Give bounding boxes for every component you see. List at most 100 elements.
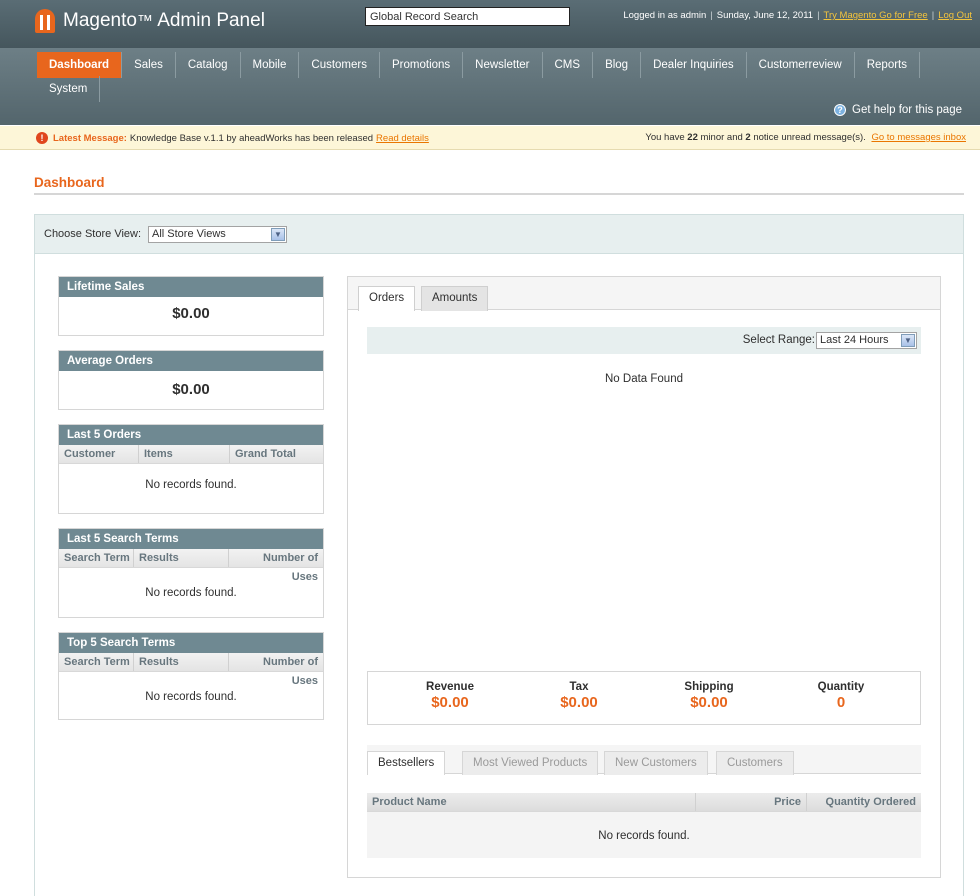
global-search-input[interactable] xyxy=(365,7,570,26)
lifetime-sales-value: $0.00 xyxy=(172,305,210,322)
tab-new-customers[interactable]: New Customers xyxy=(604,751,708,775)
main-navigation: Dashboard Sales Catalog Mobile Customers… xyxy=(0,48,980,125)
last-search-terms-title: Last 5 Search Terms xyxy=(59,529,323,549)
revenue-value: $0.00 xyxy=(431,694,469,711)
tab-customers[interactable]: Customers xyxy=(716,751,794,775)
lifetime-sales-box: Lifetime Sales $0.00 xyxy=(58,276,324,336)
column-header[interactable]: Results xyxy=(134,653,229,671)
nav-item-sales[interactable]: Sales xyxy=(122,52,176,78)
column-header[interactable]: Search Term xyxy=(59,549,134,567)
read-details-link[interactable]: Read details xyxy=(376,133,429,144)
last-orders-empty: No records found. xyxy=(145,479,237,491)
admin-header: Magento™ Admin Panel Logged in as admin|… xyxy=(0,0,980,48)
notification-bar: ! Latest Message: Knowledge Base v.1.1 b… xyxy=(0,126,980,150)
nav-item-blog[interactable]: Blog xyxy=(593,52,642,78)
totals-summary: Revenue $0.00 Tax $0.00 Shipping $0.00 Q… xyxy=(367,671,921,725)
nav-item-mobile[interactable]: Mobile xyxy=(241,52,300,78)
logout-link[interactable]: Log Out xyxy=(938,10,972,21)
latest-message-text: Knowledge Base v.1.1 by aheadWorks has b… xyxy=(129,132,374,144)
help-icon: ? xyxy=(834,104,847,116)
average-orders-title: Average Orders xyxy=(59,351,323,371)
page-title: Dashboard xyxy=(34,175,105,190)
unread-mid: minor and xyxy=(700,132,743,143)
help-link[interactable]: ? Get help for this page xyxy=(834,104,962,116)
quantity-total: Quantity 0 xyxy=(781,681,901,711)
unread-prefix: You have xyxy=(645,132,685,143)
nav-item-reports[interactable]: Reports xyxy=(855,52,920,78)
messages-inbox-link[interactable]: Go to messages inbox xyxy=(871,132,966,143)
try-magento-go-link[interactable]: Try Magento Go for Free xyxy=(824,10,928,21)
tax-value: $0.00 xyxy=(560,694,598,711)
nav-item-newsletter[interactable]: Newsletter xyxy=(463,52,543,78)
revenue-label: Revenue xyxy=(426,681,474,693)
nav-item-cms[interactable]: CMS xyxy=(543,52,594,78)
tab-amounts[interactable]: Amounts xyxy=(421,286,489,311)
store-view-select[interactable]: All Store Views ▼ xyxy=(148,226,287,243)
top-search-terms-box: Top 5 Search Terms Search Term Results N… xyxy=(58,632,324,720)
store-switcher: Choose Store View: All Store Views ▼ xyxy=(34,214,964,254)
last-orders-box: Last 5 Orders Customer Items Grand Total… xyxy=(58,424,324,514)
store-view-value: All Store Views xyxy=(152,228,226,240)
magento-logo-icon xyxy=(35,9,55,33)
column-header[interactable]: Product Name xyxy=(367,793,696,811)
tab-most-viewed-products[interactable]: Most Viewed Products xyxy=(462,751,599,775)
magento-logo[interactable]: Magento™ Admin Panel xyxy=(35,9,265,33)
nav-row-1: Dashboard Sales Catalog Mobile Customers… xyxy=(37,52,920,78)
column-header[interactable]: Customer xyxy=(59,445,139,463)
column-header[interactable]: Search Term xyxy=(59,653,134,671)
column-header[interactable]: Items xyxy=(139,445,230,463)
column-header[interactable]: Number of Uses xyxy=(229,549,323,583)
last-search-terms-box: Last 5 Search Terms Search Term Results … xyxy=(58,528,324,618)
revenue-total: Revenue $0.00 xyxy=(390,681,510,711)
range-select[interactable]: Last 24 Hours ▼ xyxy=(816,332,917,349)
nav-item-catalog[interactable]: Catalog xyxy=(176,52,241,78)
date-text: Sunday, June 12, 2011 xyxy=(716,10,814,21)
nav-item-system[interactable]: System xyxy=(37,76,101,102)
nav-item-promotions[interactable]: Promotions xyxy=(380,52,464,78)
chart-tabs: Orders Amounts xyxy=(348,277,940,311)
range-selector-bar: Select Range: Last 24 Hours ▼ xyxy=(367,327,921,354)
select-range-label: Select Range: xyxy=(742,334,815,346)
shipping-label: Shipping xyxy=(684,681,734,693)
top-search-empty: No records found. xyxy=(145,691,237,703)
no-data-message: No Data Found xyxy=(605,373,683,385)
average-orders-box: Average Orders $0.00 xyxy=(58,350,324,410)
tab-bestsellers[interactable]: Bestsellers xyxy=(367,751,446,775)
bestsellers-empty: No records found. xyxy=(598,830,690,842)
nav-row-2: System xyxy=(37,76,101,102)
quantity-value: 0 xyxy=(836,694,846,711)
shipping-total: Shipping $0.00 xyxy=(649,681,769,711)
logo-sub-text: Admin Panel xyxy=(157,10,265,31)
last-search-grid-header: Search Term Results Number of Uses xyxy=(59,549,323,583)
title-divider xyxy=(34,193,964,195)
header-user-info: Logged in as admin | Sunday, June 12, 2011… xyxy=(623,10,972,21)
alert-icon: ! xyxy=(36,132,48,144)
quantity-label: Quantity xyxy=(817,681,865,693)
average-orders-value: $0.00 xyxy=(172,381,210,398)
latest-message-label: Latest Message: xyxy=(53,132,127,144)
last-orders-title: Last 5 Orders xyxy=(59,425,323,445)
chevron-down-icon: ▼ xyxy=(271,228,285,241)
minor-count: 22 xyxy=(687,132,698,143)
top-search-terms-title: Top 5 Search Terms xyxy=(59,633,323,653)
help-link-text: Get help for this page xyxy=(852,104,962,116)
logged-in-text: Logged in as admin xyxy=(623,10,707,21)
nav-item-dashboard[interactable]: Dashboard xyxy=(37,52,123,78)
nav-item-customers[interactable]: Customers xyxy=(299,52,380,78)
column-header[interactable]: Results xyxy=(134,549,229,567)
bestsellers-grid: Product Name Price Quantity Ordered No r… xyxy=(367,793,921,858)
top-search-grid-header: Search Term Results Number of Uses xyxy=(59,653,323,687)
diagrams-panel: Orders Amounts Select Range: Last 24 Hou… xyxy=(347,276,941,878)
nav-item-customerreview[interactable]: Customerreview xyxy=(747,52,855,78)
logo-main-text: Magento xyxy=(63,10,137,31)
column-header[interactable]: Number of Uses xyxy=(229,653,323,687)
column-header[interactable]: Price xyxy=(696,793,807,811)
column-header[interactable]: Quantity Ordered xyxy=(807,793,921,811)
chevron-down-icon: ▼ xyxy=(901,334,915,347)
tax-label: Tax xyxy=(569,681,589,693)
bestsellers-grid-header: Product Name Price Quantity Ordered xyxy=(367,793,921,812)
tab-orders[interactable]: Orders xyxy=(358,286,416,311)
column-header[interactable]: Grand Total xyxy=(230,445,323,463)
store-switcher-label: Choose Store View: xyxy=(44,228,142,240)
nav-item-dealer-inquiries[interactable]: Dealer Inquiries xyxy=(641,52,747,78)
